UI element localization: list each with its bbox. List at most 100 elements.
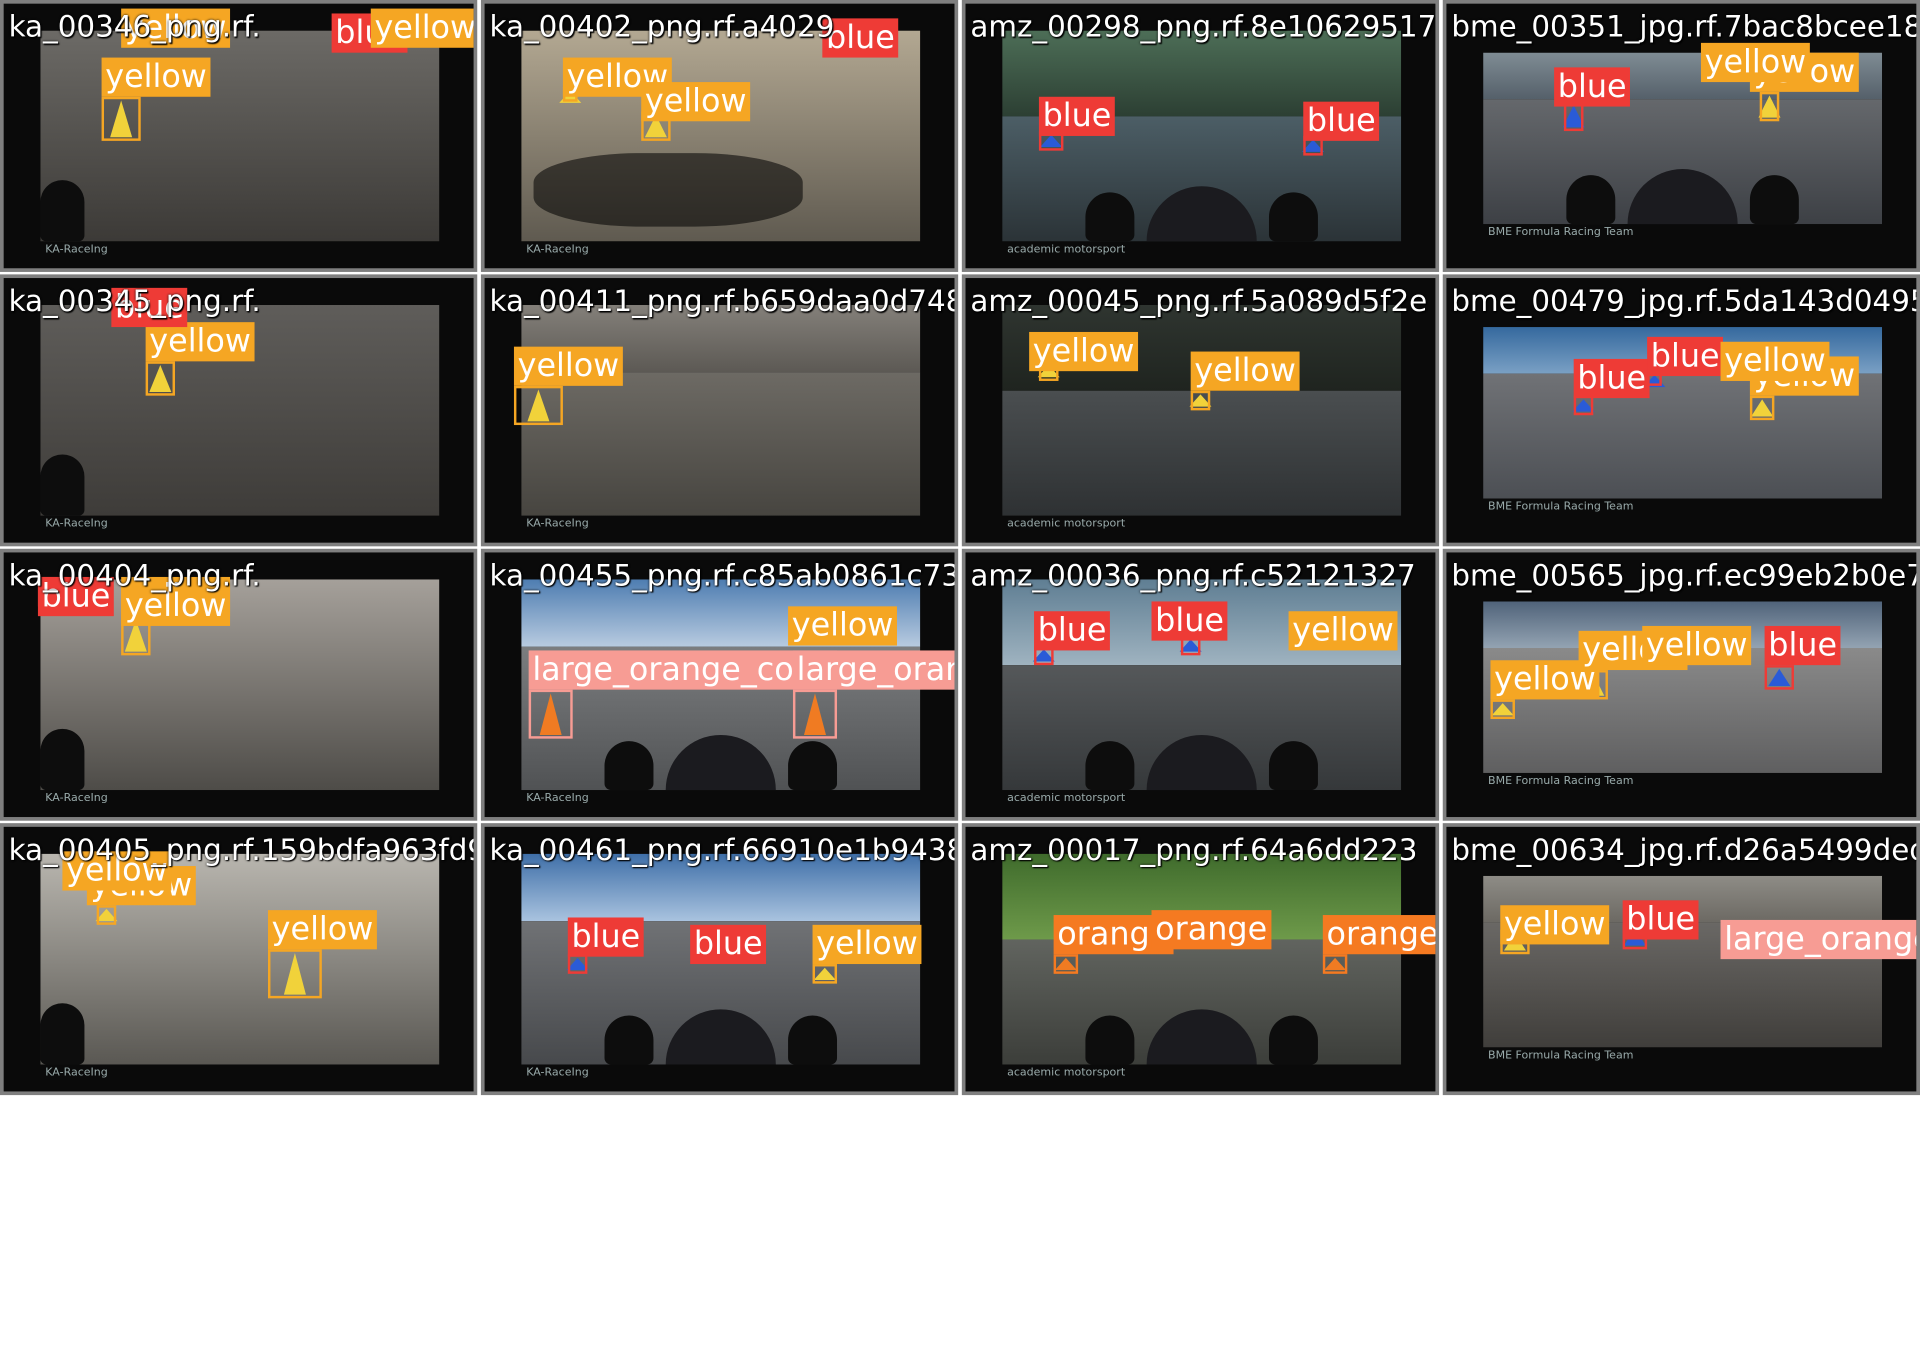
dataset-watermark: KA-RaceIng (526, 518, 589, 531)
detection-label: blue (1647, 336, 1724, 377)
image-filename: ka_00411_png.rf.b659daa0d74809 (489, 284, 955, 319)
detection-label: blue (1573, 358, 1650, 399)
image-filename: amz_00298_png.rf.8e10629517ee74 (970, 9, 1436, 45)
detection-label: blue (1038, 96, 1116, 136)
image-filename: ka_00455_png.rf.c85ab0861c73ee (489, 558, 955, 593)
dataset-watermark: academic motorsport (1007, 518, 1126, 531)
mosaic-tile: KA-RaceIng ka_00411_png.rf.b659daa0d74809… (480, 274, 959, 547)
detection-label: yellow (1190, 351, 1300, 391)
detection-label: blue (1764, 625, 1841, 666)
mosaic-tile: KA-RaceIng ka_00455_png.rf.c85ab0861c73ee… (480, 548, 959, 821)
detection-label: yellow (1500, 905, 1610, 945)
car-wheel (788, 1015, 838, 1065)
image-filename: bme_00634_jpg.rf.d26a5499ded39 (1451, 832, 1917, 868)
image-filename: ka_00404_png.rf. (8, 558, 261, 593)
mosaic-tile: BME Formula Racing Team bme_00634_jpg.rf.… (1442, 823, 1920, 1096)
detection-label: yellow (788, 606, 897, 646)
mosaic-tile: academic motorsport amz_00298_png.rf.8e10… (961, 0, 1440, 272)
image-frame: KA-RaceIng ka_00345_png.rf. yellow blue (3, 278, 474, 543)
dataset-watermark: KA-RaceIng (526, 792, 589, 805)
detection-box (101, 96, 141, 141)
detection-label: blue (690, 924, 767, 965)
track-surface (521, 372, 921, 516)
image-frame: KA-RaceIng ka_00402_png.rf.a4029 yellow yel… (484, 3, 955, 269)
mosaic-tile: BME Formula Racing Team bme_00351_jpg.rf.… (1442, 0, 1920, 272)
image-frame: KA-RaceIng ka_00455_png.rf.c85ab0861c73ee… (484, 552, 955, 818)
dataset-watermark: academic motorsport (1007, 243, 1126, 257)
mosaic-tile: KA-RaceIng ka_00461_png.rf.66910e1b943813… (480, 823, 959, 1096)
car-wheel (40, 1003, 85, 1065)
car-wheel (1085, 1015, 1135, 1065)
detection-label: yellow (101, 57, 211, 97)
mosaic-tile: academic motorsport amz_00045_png.rf.5a08… (961, 274, 1440, 547)
mosaic-tile: academic motorsport amz_00017_png.rf.64a6… (961, 823, 1440, 1096)
image-frame: BME Formula Racing Team bme_00351_jpg.rf.… (1446, 3, 1917, 269)
dataset-watermark: KA-RaceIng (45, 243, 108, 257)
detection-label: large_orange_cone (528, 650, 838, 690)
image-filename: ka_00345_png.rf. (8, 284, 261, 319)
image-filename: ka_00402_png.rf.a4029 (489, 9, 835, 45)
image-frame: KA-RaceIng ka_00461_png.rf.66910e1b943813… (484, 826, 955, 1092)
mosaic-tile: BME Formula Racing Team bme_00479_jpg.rf.… (1442, 274, 1920, 547)
car-wheel (1749, 175, 1799, 225)
detection-box (812, 964, 838, 984)
dataset-watermark: KA-RaceIng (45, 1066, 108, 1080)
dataset-watermark: KA-RaceIng (526, 1066, 589, 1080)
detection-label: yellow (812, 924, 922, 965)
detection-box (1322, 954, 1348, 974)
detection-box (145, 361, 175, 396)
mosaic-tile: KA-RaceIng ka_00345_png.rf. yellow blue (0, 274, 478, 547)
dataset-watermark: KA-RaceIng (526, 243, 589, 257)
car-wheel (40, 180, 85, 242)
detection-label: large_orange_cone (1720, 919, 1917, 960)
car-wheel (604, 1015, 654, 1065)
dataset-watermark: KA-RaceIng (45, 518, 108, 531)
detection-box (528, 689, 573, 739)
car-wheel (1268, 741, 1318, 791)
detection-box (1764, 665, 1794, 690)
dataset-watermark: BME Formula Racing Team (1488, 501, 1634, 514)
image-frame: KA-RaceIng ka_00346_png.rf. yellow yellow bl… (3, 3, 474, 269)
mosaic-tile: KA-RaceIng ka_00405_png.rf.159bdfa963fd97… (0, 823, 478, 1096)
detection-label: large_orange_cone (792, 650, 955, 690)
detection-box (1190, 390, 1211, 411)
camera-image (521, 305, 921, 516)
image-filename: bme_00479_jpg.rf.5da143d0495e9 (1451, 284, 1917, 319)
mosaic-tile: KA-RaceIng ka_00346_png.rf. yellow yellow bl… (0, 0, 478, 272)
detection-box (567, 954, 588, 974)
detection-label: blue (567, 917, 644, 957)
detection-box (792, 689, 838, 739)
car-wheel (1268, 1015, 1318, 1065)
detection-label: yellow (267, 910, 377, 950)
mosaic-tile: BME Formula Racing Team bme_00565_jpg.rf.… (1442, 548, 1920, 821)
image-frame: academic motorsport amz_00017_png.rf.64a6… (965, 826, 1436, 1092)
detection-box (1759, 91, 1780, 122)
car-wheel (1268, 192, 1318, 242)
dataset-watermark: KA-RaceIng (45, 792, 108, 805)
tripod-shadow (533, 153, 803, 227)
detection-label: yellow (370, 8, 474, 48)
image-frame: academic motorsport amz_00045_png.rf.5a08… (965, 278, 1436, 543)
mosaic-tile: academic motorsport amz_00036_png.rf.c521… (961, 548, 1440, 821)
image-filename: ka_00346_png.rf. (8, 9, 261, 45)
dataset-watermark: academic motorsport (1007, 1066, 1126, 1080)
detection-label: yellow (641, 82, 751, 122)
mosaic-tile: KA-RaceIng ka_00402_png.rf.a4029 yellow yel… (480, 0, 959, 272)
detection-label: orange (1322, 915, 1436, 955)
car-wheel (1085, 741, 1135, 791)
image-filename: amz_00045_png.rf.5a089d5f2e (970, 284, 1428, 319)
car-wheel (1566, 175, 1616, 225)
mosaic-tile: KA-RaceIngka_00404_png.rf.blueyellowyell… (0, 548, 478, 821)
car-wheel (604, 741, 654, 791)
detection-label: yellow (1700, 42, 1810, 83)
image-frame: BME Formula Racing Team bme_00479_jpg.rf.… (1446, 278, 1917, 543)
detection-label: yellow (145, 322, 255, 362)
car-wheel (40, 728, 85, 791)
detection-label: yellow (1720, 341, 1830, 381)
detection-label: orange (1151, 910, 1271, 950)
detection-label: yellow (513, 346, 623, 386)
dataset-watermark: BME Formula Racing Team (1488, 1049, 1634, 1063)
image-frame: KA-RaceIng ka_00411_png.rf.b659daa0d74809… (484, 278, 955, 543)
camera-image (40, 30, 440, 242)
car-wheel (788, 741, 838, 791)
